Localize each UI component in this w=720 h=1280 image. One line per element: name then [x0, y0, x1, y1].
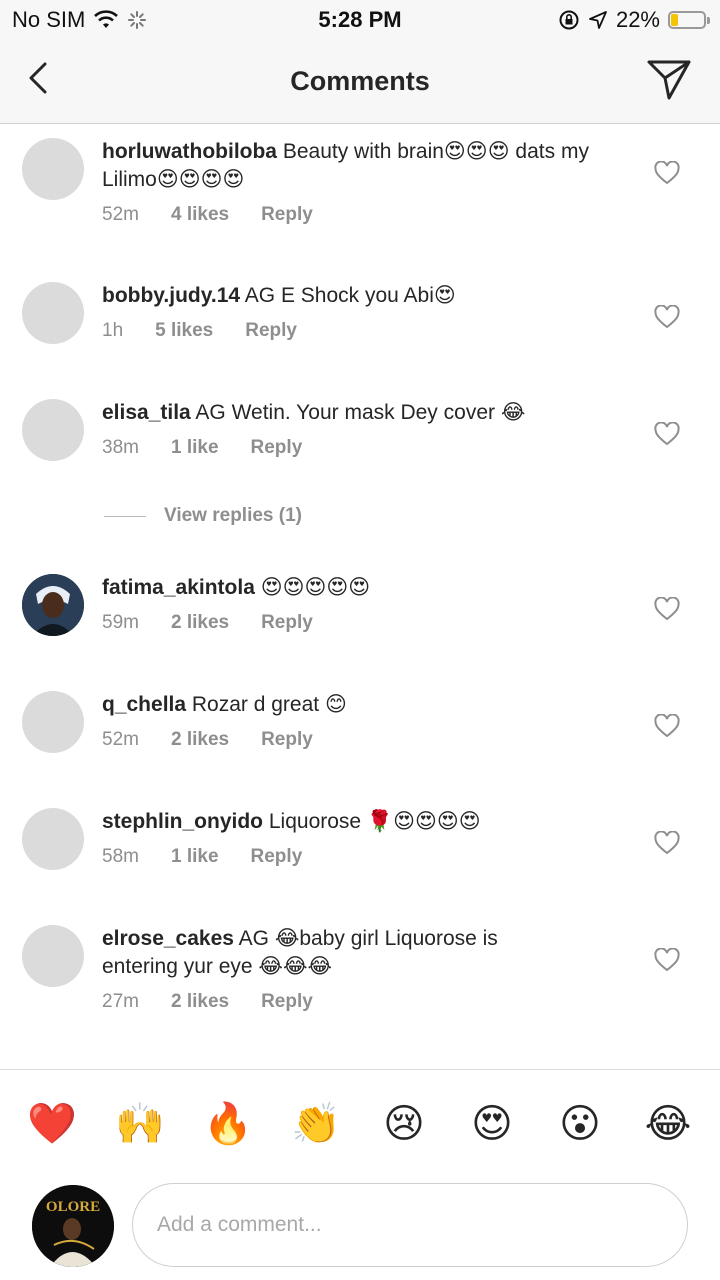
comment-time: 58m	[102, 846, 139, 867]
fire-emoji-button[interactable]: 🔥	[196, 1100, 260, 1147]
comment-username[interactable]: elrose_cakes	[102, 927, 234, 950]
lock-rotation-icon	[559, 10, 579, 30]
battery-cap	[707, 17, 710, 24]
comment-text: 😍😍😍😍😍	[260, 576, 371, 599]
reply-button[interactable]: Reply	[245, 320, 297, 342]
reply-button[interactable]: Reply	[261, 991, 313, 1013]
header: Comments	[0, 40, 720, 124]
avatar[interactable]	[22, 808, 84, 870]
clap-emoji-button[interactable]: 👏	[284, 1100, 348, 1147]
comment-likes[interactable]: 5 likes	[155, 320, 213, 342]
location-arrow-icon	[589, 11, 607, 29]
battery-level	[671, 14, 678, 26]
page-title: Comments	[290, 66, 430, 96]
self-avatar-text: OLORE	[46, 1199, 100, 1215]
battery-percent: 22%	[615, 7, 660, 32]
comment-username[interactable]: bobby.judy.14	[102, 284, 240, 307]
comment-time: 52m	[102, 729, 139, 750]
status-bar: No SIM 5:28 PM 22%	[0, 0, 720, 40]
laughing-emoji-button[interactable]: 😂	[636, 1101, 700, 1147]
comment-time: 1h	[102, 320, 124, 341]
comment-text: AG Wetin. Your mask Dey cover 😂	[195, 401, 526, 424]
heart-outline-icon[interactable]	[654, 831, 680, 855]
raised-hands-emoji-button[interactable]: 🙌	[108, 1100, 172, 1147]
heart-emoji-button[interactable]: ❤️	[20, 1100, 84, 1147]
comment-username[interactable]: elisa_tila	[102, 401, 191, 424]
reply-button[interactable]: Reply	[261, 612, 313, 634]
direct-send-icon[interactable]	[644, 54, 694, 104]
emoji-bar: ❤️ 🙌 🔥 👏 😢 😍 😮 😂	[0, 1069, 720, 1177]
comment-likes[interactable]: 2 likes	[171, 991, 229, 1013]
comment-likes[interactable]: 1 like	[171, 437, 219, 459]
reply-button[interactable]: Reply	[261, 204, 313, 226]
comment-username[interactable]: stephlin_onyido	[102, 810, 263, 833]
surprised-emoji-button[interactable]: 😮	[548, 1101, 612, 1147]
battery-icon	[668, 11, 710, 29]
reply-button[interactable]: Reply	[251, 437, 303, 459]
avatar[interactable]	[22, 691, 84, 753]
avatar[interactable]	[22, 138, 84, 200]
status-right: 22%	[558, 7, 710, 33]
comment-username[interactable]: q_chella	[102, 693, 186, 716]
avatar[interactable]	[22, 282, 84, 344]
comment-username[interactable]: horluwathobiloba	[102, 140, 277, 163]
heart-outline-icon[interactable]	[654, 597, 680, 621]
profile-photo	[22, 574, 84, 636]
comment-input[interactable]	[132, 1183, 688, 1267]
divider	[104, 515, 146, 517]
self-avatar-image: OLORE	[32, 1185, 114, 1267]
avatar[interactable]	[22, 574, 84, 636]
view-replies-button[interactable]: View replies (1)	[104, 505, 302, 527]
heart-outline-icon[interactable]	[654, 161, 680, 185]
heart-outline-icon[interactable]	[654, 422, 680, 446]
reply-button[interactable]: Reply	[261, 729, 313, 751]
comment-time: 38m	[102, 437, 139, 458]
reply-button[interactable]: Reply	[251, 846, 303, 868]
comment-time: 52m	[102, 204, 139, 225]
self-avatar: OLORE	[32, 1185, 114, 1267]
heart-eyes-emoji-button[interactable]: 😍	[460, 1101, 524, 1147]
comment-text: Liquorose 🌹😍😍😍😍	[268, 810, 481, 833]
comment-likes[interactable]: 2 likes	[171, 612, 229, 634]
comment-likes[interactable]: 1 like	[171, 846, 219, 868]
avatar[interactable]	[22, 925, 84, 987]
comment-text: Rozar d great 😊	[191, 693, 347, 716]
avatar[interactable]	[22, 399, 84, 461]
comment-time: 27m	[102, 991, 139, 1012]
comment-likes[interactable]: 4 likes	[171, 204, 229, 226]
crying-emoji-button[interactable]: 😢	[372, 1101, 436, 1147]
view-replies-label: View replies (1)	[164, 505, 302, 526]
comment-likes[interactable]: 2 likes	[171, 729, 229, 751]
heart-outline-icon[interactable]	[654, 305, 680, 329]
heart-outline-icon[interactable]	[654, 714, 680, 738]
heart-outline-icon[interactable]	[654, 948, 680, 972]
comment-time: 59m	[102, 612, 139, 633]
comment-username[interactable]: fatima_akintola	[102, 576, 255, 599]
comment-text: AG E Shock you Abi😍	[244, 284, 456, 307]
